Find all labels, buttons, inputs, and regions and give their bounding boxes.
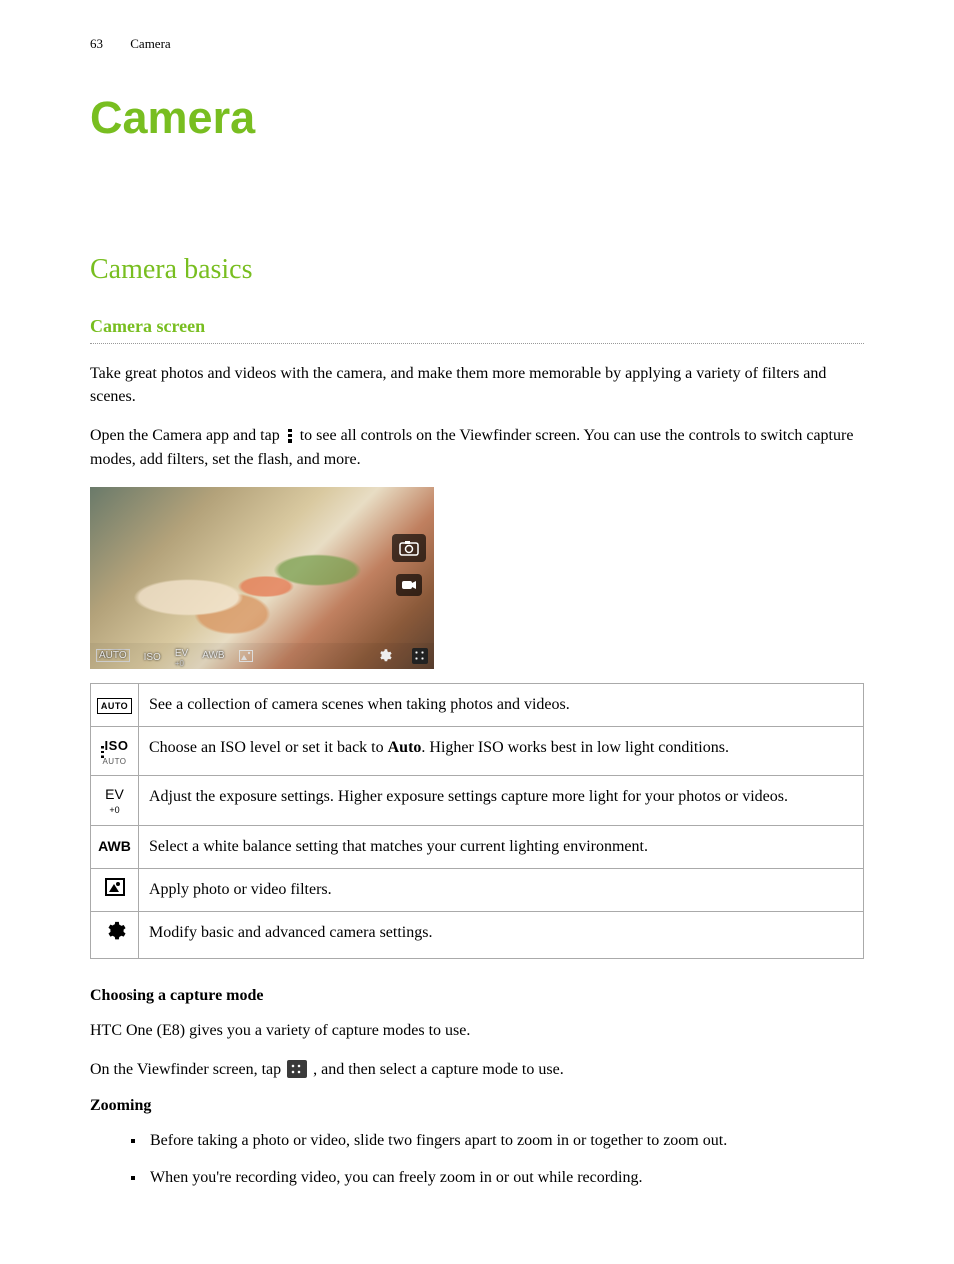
vf-ev-label: EV +0	[175, 643, 188, 668]
intro-paragraph-1: Take great photos and videos with the ca…	[90, 362, 864, 408]
table-row: AUTO See a collection of camera scenes w…	[91, 683, 864, 726]
viewfinder-screenshot: AUTO ISO EV +0 AWB	[90, 487, 434, 669]
table-cell-text: Choose an ISO level or set it back to Au…	[139, 727, 864, 776]
awb-icon: AWB	[91, 825, 139, 868]
filter-icon	[91, 869, 139, 912]
subsection-title: Camera screen	[90, 316, 864, 344]
vf-gear-icon	[377, 648, 392, 663]
section-title: Camera basics	[90, 254, 864, 286]
capture-mode-heading: Choosing a capture mode	[90, 987, 864, 1005]
vf-mode-grid-icon	[412, 648, 428, 664]
mode-grid-icon	[287, 1060, 307, 1078]
table-row: AWB Select a white balance setting that …	[91, 825, 864, 868]
table-cell-text: See a collection of camera scenes when t…	[139, 683, 864, 726]
intro-paragraph-2: Open the Camera app and tap to see all c…	[90, 424, 864, 470]
table-row: Apply photo or video filters.	[91, 869, 864, 912]
page-number: 63	[90, 36, 103, 51]
chapter-title: Camera	[90, 92, 864, 144]
table-row: EV +0 Adjust the exposure settings. High…	[91, 775, 864, 825]
table-cell-text: Adjust the exposure settings. Higher exp…	[139, 775, 864, 825]
table-cell-text: Select a white balance setting that matc…	[139, 825, 864, 868]
camera-controls-table: AUTO See a collection of camera scenes w…	[90, 683, 864, 959]
table-cell-text: Modify basic and advanced camera setting…	[139, 912, 864, 958]
table-row: Modify basic and advanced camera setting…	[91, 912, 864, 958]
vf-scene-label: AUTO	[96, 649, 130, 662]
header-section: Camera	[130, 36, 170, 51]
table-cell-text: Apply photo or video filters.	[139, 869, 864, 912]
list-item: Before taking a photo or video, slide tw…	[146, 1129, 864, 1152]
iso-icon: ISO AUTO	[91, 727, 139, 776]
kebab-menu-icon	[286, 428, 294, 444]
vf-iso-label: ISO	[144, 647, 161, 665]
auto-scene-icon: AUTO	[91, 683, 139, 726]
capture-mode-p1: HTC One (E8) gives you a variety of capt…	[90, 1019, 864, 1042]
zooming-bullets: Before taking a photo or video, slide tw…	[90, 1129, 864, 1189]
vf-filter-icon	[239, 650, 253, 662]
ev-icon: EV +0	[91, 775, 139, 825]
capture-p2-a: On the Viewfinder screen, tap	[90, 1061, 285, 1078]
vf-awb-label: AWB	[202, 650, 224, 661]
camera-shutter-icon	[392, 534, 426, 562]
list-item: When you're recording video, you can fre…	[146, 1166, 864, 1189]
capture-mode-p2: On the Viewfinder screen, tap , and then…	[90, 1058, 864, 1081]
capture-p2-b: , and then select a capture mode to use.	[313, 1061, 564, 1078]
video-record-icon	[396, 574, 422, 596]
table-row: ISO AUTO Choose an ISO level or set it b…	[91, 727, 864, 776]
gear-icon	[91, 912, 139, 958]
zooming-heading: Zooming	[90, 1097, 864, 1115]
page-header: 63 Camera	[90, 36, 864, 52]
intro-p2-a: Open the Camera app and tap	[90, 427, 284, 444]
